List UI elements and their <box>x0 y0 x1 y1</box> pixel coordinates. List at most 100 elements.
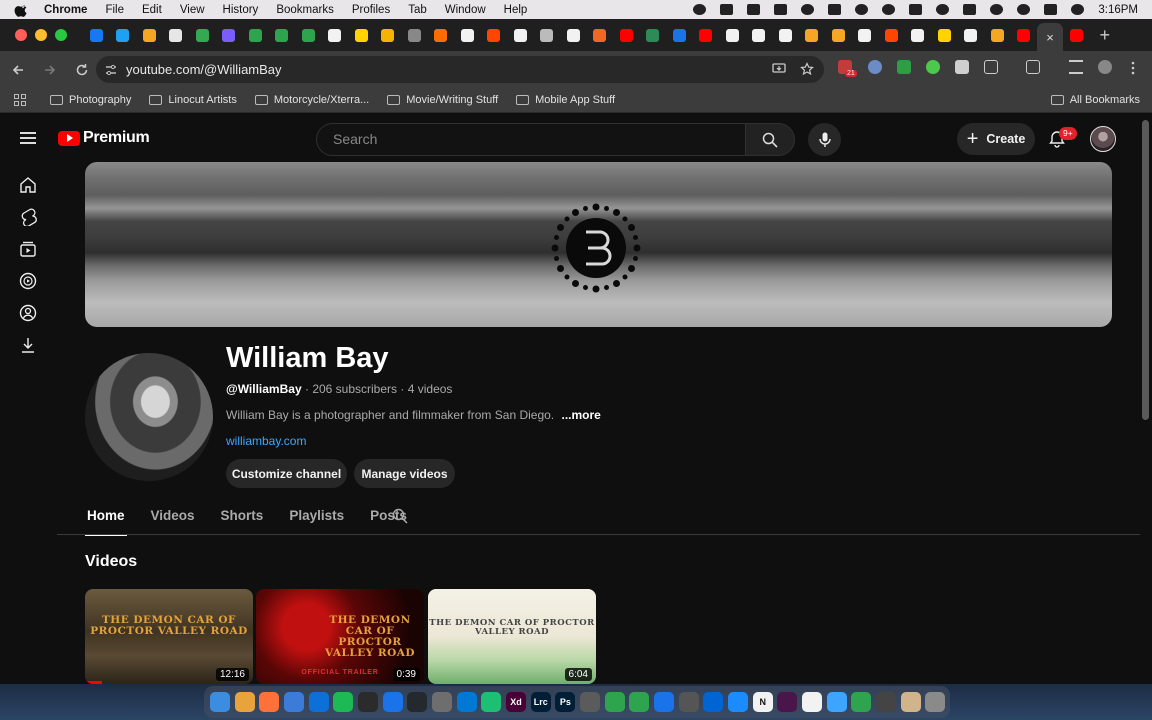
reload-button[interactable] <box>68 56 96 84</box>
menu-icon[interactable] <box>20 132 36 144</box>
user-status-icon[interactable] <box>1071 4 1085 15</box>
shorts-icon[interactable] <box>19 208 37 226</box>
dock-app-icon[interactable] <box>728 692 749 712</box>
dock-app-icon[interactable] <box>234 692 255 712</box>
time-machine-icon[interactable] <box>990 4 1004 15</box>
menu-edit[interactable]: Edit <box>142 4 162 16</box>
video-thumbnail-1[interactable]: THE DEMON CAR OF PROCTOR VALLEY ROAD 12:… <box>85 589 253 684</box>
menu-help[interactable]: Help <box>504 4 528 16</box>
browser-tab[interactable] <box>746 19 773 51</box>
all-bookmarks[interactable]: All Bookmarks <box>1050 94 1140 106</box>
tab-home[interactable]: Home <box>85 504 127 536</box>
browser-tab[interactable] <box>136 19 163 51</box>
menu-window[interactable]: Window <box>445 4 486 16</box>
dock-app-icon[interactable]: Lrc <box>530 692 551 712</box>
dock-app-icon[interactable]: Xd <box>506 692 527 712</box>
back-button[interactable] <box>4 56 32 84</box>
manage-videos-button[interactable]: Manage videos <box>354 459 455 488</box>
dock-app-icon[interactable] <box>259 692 280 712</box>
bookmark-photography[interactable]: Photography <box>50 94 131 106</box>
tab-videos[interactable]: Videos <box>149 504 197 536</box>
url-text[interactable]: youtube.com/@WilliamBay <box>126 62 282 77</box>
browser-tab[interactable] <box>1011 19 1038 51</box>
browser-tab[interactable] <box>322 19 349 51</box>
browser-tab[interactable] <box>534 19 561 51</box>
dock-app-icon[interactable] <box>703 692 724 712</box>
dock-app-icon[interactable] <box>851 692 872 712</box>
profile-avatar-icon[interactable] <box>1098 60 1112 74</box>
search-input[interactable]: Search <box>316 123 746 156</box>
dock-app-icon[interactable] <box>210 692 230 712</box>
battery-extension-icon[interactable] <box>897 60 911 74</box>
browser-tab[interactable] <box>295 19 322 51</box>
browser-tab[interactable] <box>905 19 932 51</box>
browser-tab[interactable] <box>481 19 508 51</box>
channel-website-link[interactable]: williambay.com <box>226 434 306 448</box>
dock-app-icon[interactable] <box>432 692 453 712</box>
dock-app-icon[interactable]: N <box>752 692 773 712</box>
clock[interactable]: 3:16PM <box>1098 4 1138 16</box>
browser-tab[interactable] <box>110 19 137 51</box>
browser-tab[interactable] <box>454 19 481 51</box>
dock-app-icon[interactable] <box>481 692 502 712</box>
browser-tab[interactable] <box>666 19 693 51</box>
menu-file[interactable]: File <box>105 4 124 16</box>
browser-tab[interactable] <box>958 19 985 51</box>
browser-tab[interactable] <box>216 19 243 51</box>
browser-tab[interactable] <box>348 19 375 51</box>
browser-tab[interactable] <box>587 19 614 51</box>
customize-channel-button[interactable]: Customize channel <box>226 459 347 488</box>
browser-tab[interactable] <box>640 19 667 51</box>
bookmark-movie-writing[interactable]: Movie/Writing Stuff <box>387 94 498 106</box>
menu-tab[interactable]: Tab <box>408 4 427 16</box>
dock-app-icon[interactable]: Ps <box>555 692 576 712</box>
notion-status-icon[interactable] <box>774 4 788 15</box>
dock-app-icon[interactable] <box>826 692 847 712</box>
new-tab-button[interactable]: + <box>1100 25 1111 46</box>
dock-app-icon[interactable] <box>629 692 650 712</box>
browser-tab[interactable] <box>189 19 216 51</box>
dock-app-icon[interactable] <box>382 692 403 712</box>
channel-description[interactable]: William Bay is a photographer and filmma… <box>226 408 601 422</box>
dock-app-icon[interactable] <box>925 692 946 712</box>
chrome-menu-icon[interactable] <box>1130 61 1136 75</box>
control-center-icon[interactable] <box>1044 4 1058 15</box>
dock-app-icon[interactable] <box>580 692 601 712</box>
browser-tab[interactable] <box>613 19 640 51</box>
toggle-extension-icon[interactable] <box>955 60 969 74</box>
tab-search-icon[interactable] <box>1026 60 1040 74</box>
install-app-icon[interactable] <box>772 62 786 76</box>
browser-tab[interactable] <box>269 19 296 51</box>
browser-tab[interactable] <box>931 19 958 51</box>
you-icon[interactable] <box>19 304 37 322</box>
browser-tab[interactable] <box>825 19 852 51</box>
dock-app-icon[interactable] <box>802 692 823 712</box>
dock-app-icon[interactable] <box>456 692 477 712</box>
page-scrollbar[interactable] <box>1142 120 1149 420</box>
media-controls-icon[interactable] <box>1069 60 1083 74</box>
more-link[interactable]: ...more <box>561 408 600 422</box>
browser-tab[interactable] <box>852 19 879 51</box>
tab-shorts[interactable]: Shorts <box>219 504 266 536</box>
bookmark-star-icon[interactable] <box>800 62 814 76</box>
dock-app-icon[interactable] <box>358 692 379 712</box>
dock-app-icon[interactable] <box>308 692 329 712</box>
active-tab[interactable]: × <box>1037 23 1063 51</box>
channel-search-icon[interactable] <box>392 508 408 524</box>
bookmark-linocut-artists[interactable]: Linocut Artists <box>149 94 237 106</box>
puzzle-status-icon[interactable] <box>747 4 761 15</box>
menu-view[interactable]: View <box>180 4 205 16</box>
bookmark-motorcycle[interactable]: Motorcycle/Xterra... <box>254 94 369 106</box>
browser-tab[interactable] <box>799 19 826 51</box>
dock-app-icon[interactable] <box>654 692 675 712</box>
forward-button[interactable] <box>36 56 64 84</box>
menu-bookmarks[interactable]: Bookmarks <box>276 4 334 16</box>
browser-tab[interactable] <box>401 19 428 51</box>
address-bar[interactable]: youtube.com/@WilliamBay <box>96 56 824 83</box>
volume-icon[interactable] <box>963 4 977 15</box>
close-window-button[interactable] <box>15 29 27 41</box>
tab-playlists[interactable]: Playlists <box>287 504 346 536</box>
menu-chrome[interactable]: Chrome <box>44 4 87 16</box>
app-status-icon[interactable] <box>720 4 734 15</box>
apps-grid-icon[interactable] <box>14 94 26 106</box>
